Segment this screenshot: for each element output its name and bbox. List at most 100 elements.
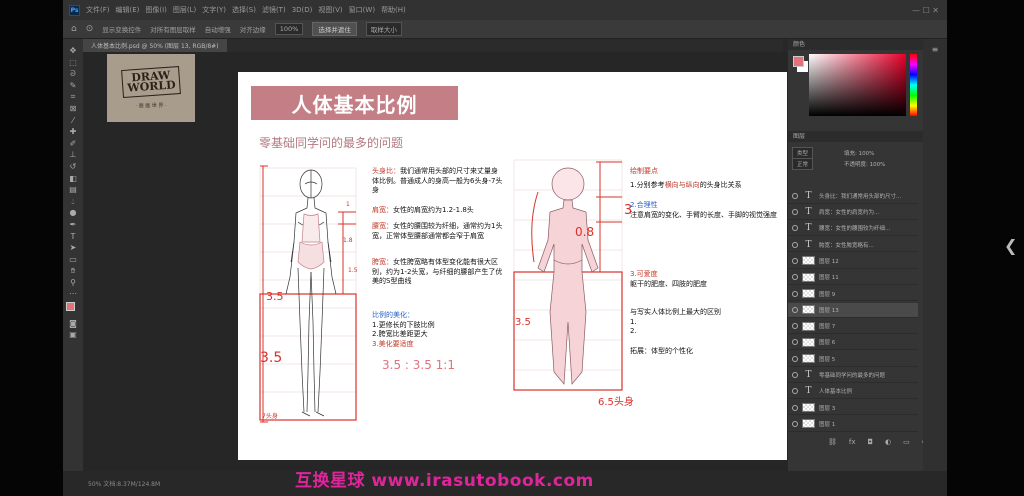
menu-filter[interactable]: 滤镜(T)	[262, 5, 286, 15]
visibility-eye-icon[interactable]	[792, 404, 798, 411]
select-and-mask-button[interactable]: 选择并遮住	[312, 22, 357, 36]
menu-file[interactable]: 文件(F)	[86, 5, 110, 15]
visibility-eye-icon[interactable]	[792, 274, 798, 281]
menu-help[interactable]: 帮助(H)	[381, 5, 406, 15]
marquee-tool-icon[interactable]: ⬚	[67, 58, 79, 67]
chevron-left-icon[interactable]: ❮	[1004, 236, 1017, 255]
hand-tool-icon[interactable]: ✋︎	[67, 267, 79, 275]
sample-size-select[interactable]: 取样大小	[365, 22, 402, 36]
menu-3d[interactable]: 3D(D)	[292, 6, 313, 14]
color-panel-header[interactable]: 颜色	[788, 39, 923, 50]
visibility-eye-icon[interactable]	[792, 306, 798, 313]
opacity-field[interactable]: 不透明度: 100%	[844, 160, 885, 168]
lasso-tool-icon[interactable]: ᘐ	[67, 70, 79, 78]
panel-foreground-color[interactable]	[793, 56, 804, 67]
eraser-tool-icon[interactable]: ◧	[67, 174, 79, 183]
link-layers-icon[interactable]: ⛓	[828, 438, 837, 446]
menu-view[interactable]: 视图(V)	[318, 5, 342, 15]
healing-tool-icon[interactable]: ✚	[67, 128, 79, 136]
home-icon[interactable]: ⌂	[71, 24, 77, 34]
layer-row[interactable]: 图层 12	[788, 254, 918, 269]
layer-row[interactable]: T 腰宽：女性的腰围较为纤细...	[788, 222, 918, 237]
stamp-tool-icon[interactable]: ⊥	[67, 151, 79, 159]
visibility-eye-icon[interactable]	[792, 372, 798, 379]
frame-tool-icon[interactable]: ⊠	[67, 104, 79, 113]
type-tool-icon[interactable]: T	[67, 232, 79, 241]
left-label-1: 1	[346, 201, 350, 208]
gradient-tool-icon[interactable]: ▤	[67, 186, 79, 194]
layer-row[interactable]: T 零基础同学问的最多的问题	[788, 368, 918, 383]
document-canvas[interactable]: 人体基本比例 零基础同学问的最多的问题 3.5 3.5 1.8 1.5 1 7头…	[238, 72, 787, 460]
option-show-transform[interactable]: 显示变换控件	[102, 24, 141, 34]
visibility-eye-icon[interactable]	[792, 257, 798, 264]
canvas-area[interactable]: DRAW WORLD · 画 画 世 界 · 人体基本比例 零基础同学问的最多的问…	[83, 52, 788, 473]
history-brush-icon[interactable]: ↺	[67, 162, 79, 171]
quick-select-tool-icon[interactable]: ✎	[67, 81, 79, 90]
quick-select-icon[interactable]: ⊙	[86, 24, 94, 34]
fill-field[interactable]: 填充: 100%	[844, 149, 874, 157]
adjustment-layer-icon[interactable]: ◐	[885, 438, 891, 446]
left-label-3-5-lower: 3.5	[260, 350, 282, 366]
blur-tool-icon[interactable]: 💧︎	[67, 197, 79, 206]
visibility-eye-icon[interactable]	[792, 225, 798, 232]
layer-row[interactable]: 图层 7	[788, 319, 918, 334]
color-swatches[interactable]	[66, 302, 80, 317]
menu-layer[interactable]: 图层(L)	[173, 5, 196, 15]
layer-row[interactable]: T 胯宽：女性胯宽略有...	[788, 238, 918, 253]
dodge-tool-icon[interactable]: ●	[67, 209, 79, 217]
layer-row[interactable]: T 头身比：我们通常用头部的尺寸...	[788, 189, 918, 204]
more-tools-icon[interactable]: ⋯	[67, 290, 79, 298]
hue-slider[interactable]	[910, 54, 917, 116]
foreground-color[interactable]	[66, 302, 75, 312]
document-tab[interactable]: 人体基本比例.psd @ 50% (图层 13, RGB/8#)	[83, 39, 227, 52]
menu-image[interactable]: 图像(I)	[145, 5, 167, 15]
visibility-eye-icon[interactable]	[792, 388, 798, 395]
new-group-icon[interactable]: ▭	[903, 438, 910, 446]
move-tool-icon[interactable]: ✥	[67, 47, 79, 55]
layer-tools: ⛓ fx ◘ ◐ ▭ ⊕ 🗑︎	[788, 435, 947, 449]
blend-mode-select[interactable]: 正常	[792, 158, 814, 170]
color-picker-field[interactable]	[809, 54, 906, 116]
window-controls[interactable]: — ☐ ✕	[912, 6, 939, 15]
layer-mask-icon[interactable]: ◘	[868, 438, 874, 446]
pen-tool-icon[interactable]: ✒	[67, 220, 79, 229]
layer-row[interactable]: 图层 6	[788, 336, 918, 351]
layer-row[interactable]: 图层 1	[788, 417, 918, 432]
visibility-eye-icon[interactable]	[792, 339, 798, 346]
path-select-icon[interactable]: ➤	[67, 244, 79, 252]
option-sample-all[interactable]: 对所有图层取样	[150, 24, 196, 34]
eyedropper-tool-icon[interactable]: ⁄	[67, 116, 79, 125]
quick-mask-icon[interactable]: ◙	[67, 319, 79, 328]
panel-menu-icon[interactable]: ≡	[923, 45, 947, 54]
visibility-eye-icon[interactable]	[792, 355, 798, 362]
layer-row[interactable]: 图层 11	[788, 271, 918, 285]
visibility-eye-icon[interactable]	[792, 323, 798, 330]
note-waist: 腰宽：女性的腰围较为纤细，通常约为1头宽，正常体型腰部通常都会窄于肩宽	[372, 222, 503, 240]
layer-row[interactable]: T 人体基本比例	[788, 385, 918, 400]
layer-row[interactable]: 图层 13	[788, 303, 918, 318]
menu-window[interactable]: 窗口(W)	[349, 5, 375, 15]
zoom-tool-icon[interactable]: ⚲	[67, 278, 79, 287]
option-align-edges[interactable]: 对齐边缘	[240, 24, 266, 34]
menu-edit[interactable]: 编辑(E)	[116, 5, 140, 15]
menu-type[interactable]: 文字(Y)	[202, 5, 226, 15]
layers-panel-header[interactable]: 图层	[788, 131, 923, 142]
layer-row[interactable]: 图层 9	[788, 287, 918, 302]
visibility-eye-icon[interactable]	[792, 290, 798, 297]
crop-tool-icon[interactable]: ⌗	[67, 93, 79, 101]
layer-row[interactable]: 图层 3	[788, 401, 918, 416]
visibility-eye-icon[interactable]	[792, 241, 798, 248]
brush-tool-icon[interactable]: ✐	[67, 139, 79, 148]
visibility-eye-icon[interactable]	[792, 420, 798, 427]
option-auto-enhance[interactable]: 自动增强	[205, 24, 231, 34]
shape-tool-icon[interactable]: ▭	[67, 255, 79, 264]
visibility-eye-icon[interactable]	[792, 209, 798, 216]
layer-style-icon[interactable]: fx	[849, 438, 856, 446]
menu-select[interactable]: 选择(S)	[232, 5, 256, 15]
screen-mode-icon[interactable]: ▣	[67, 331, 79, 339]
layer-row[interactable]: T 肩宽：女性的肩宽约为...	[788, 205, 918, 220]
visibility-eye-icon[interactable]	[792, 192, 798, 199]
layer-row[interactable]: 图层 5	[788, 352, 918, 367]
zoom-field[interactable]: 100%	[274, 23, 304, 35]
note-shoulder: 肩宽：女性的肩宽约为1.2-1.8头	[372, 206, 474, 214]
